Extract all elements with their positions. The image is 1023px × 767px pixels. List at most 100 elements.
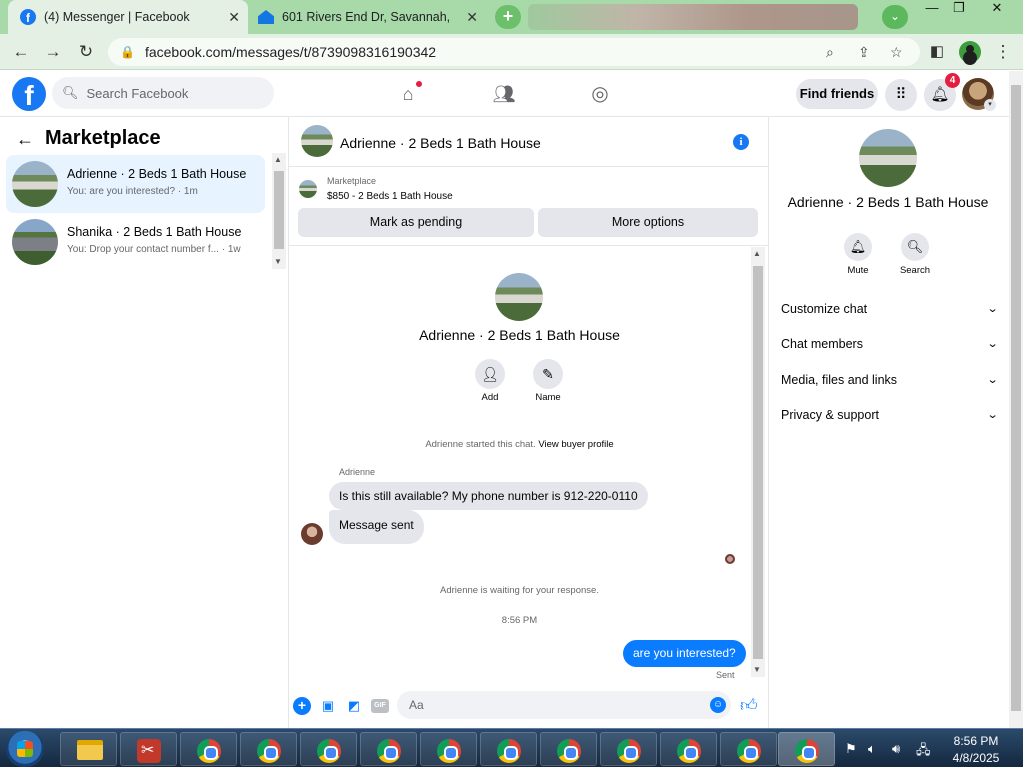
- media-files-links-row[interactable]: Media, files and links ⌄: [781, 370, 998, 390]
- scroll-down-icon[interactable]: ▼: [753, 665, 761, 674]
- sender-avatar[interactable]: [301, 523, 323, 545]
- thread-avatar[interactable]: [301, 125, 333, 157]
- thumbs-up-icon[interactable]: 👍︎: [740, 695, 758, 716]
- pencil-icon[interactable]: ✎: [533, 359, 563, 389]
- bookmark-star-icon[interactable]: ☆: [890, 44, 903, 61]
- close-window-icon[interactable]: ✕: [983, 0, 1011, 18]
- taskbar-snipping-tool[interactable]: [120, 732, 177, 766]
- listing-thumbnail[interactable]: [299, 180, 317, 198]
- chevron-down-icon: ⌄: [986, 303, 999, 315]
- scroll-up-icon[interactable]: ▲: [753, 249, 761, 258]
- taskbar-chrome[interactable]: [660, 732, 717, 766]
- tab-search-chevron-icon[interactable]: ⌄: [882, 5, 908, 29]
- find-friends-button[interactable]: Find friends: [796, 79, 878, 109]
- facebook-search[interactable]: 🔍︎ Search Facebook: [52, 77, 274, 109]
- browser-toolbar: ← → ↻ 🔒 facebook.com/messages/t/87390983…: [0, 34, 1023, 70]
- chrome-icon: [737, 739, 761, 763]
- outgoing-message[interactable]: are you interested?: [623, 640, 746, 667]
- scroll-down-icon[interactable]: ▼: [274, 257, 282, 266]
- browser-profile-icon[interactable]: [959, 41, 981, 63]
- taskbar-explorer[interactable]: [60, 732, 117, 766]
- minimize-icon[interactable]: —: [918, 0, 946, 18]
- taskbar-chrome[interactable]: [540, 732, 597, 766]
- chat-started-text: Adrienne started this chat.: [425, 439, 536, 450]
- speaker-muted-icon[interactable]: 🔈︎: [868, 741, 876, 757]
- reload-icon[interactable]: ↻: [75, 41, 97, 63]
- page-scrollbar[interactable]: [1009, 71, 1023, 728]
- facebook-logo-icon[interactable]: f: [12, 77, 46, 111]
- bell-icon[interactable]: 🔔︎: [844, 233, 872, 261]
- conversation-item[interactable]: Shanika · 2 Beds 1 Bath House You: Drop …: [6, 213, 265, 271]
- emoji-icon[interactable]: ☺: [710, 697, 726, 713]
- browser-menu-icon[interactable]: ⋮: [992, 41, 1014, 63]
- taskbar-chrome[interactable]: [720, 732, 777, 766]
- action-center-flag-icon[interactable]: ⚑: [845, 741, 857, 757]
- start-button[interactable]: [6, 731, 44, 767]
- message-timestamp: 8:56 PM: [501, 615, 538, 626]
- menu-grid-icon[interactable]: ⠿: [885, 79, 917, 111]
- new-tab-button[interactable]: +: [495, 5, 521, 29]
- taskbar-chrome[interactable]: [240, 732, 297, 766]
- friends-icon[interactable]: 👥︎: [491, 81, 517, 107]
- chat-list-scrollbar[interactable]: ▲ ▼: [272, 153, 286, 269]
- back-arrow-icon[interactable]: ←: [10, 41, 32, 63]
- zillow-favicon-icon: [258, 10, 274, 24]
- tab-listing[interactable]: 601 Rivers End Dr, Savannah, GA ✕: [252, 0, 486, 34]
- info-icon[interactable]: i: [733, 134, 749, 150]
- sticker-icon[interactable]: ◩: [345, 697, 363, 715]
- clock-date[interactable]: 4/8/2025: [942, 751, 1010, 765]
- more-options-button[interactable]: More options: [538, 208, 758, 237]
- sender-name: Adrienne: [339, 467, 376, 477]
- forward-arrow-icon[interactable]: →: [42, 41, 64, 63]
- share-icon[interactable]: ⇪: [858, 44, 870, 61]
- close-tab-icon[interactable]: ✕: [228, 9, 240, 26]
- gif-icon[interactable]: GIF: [371, 699, 389, 713]
- clock-time[interactable]: 8:56 PM: [946, 734, 1006, 748]
- taskbar-chrome[interactable]: [480, 732, 537, 766]
- network-icon[interactable]: 🖧: [916, 741, 931, 763]
- tab-title: 601 Rivers End Dr, Savannah, GA: [282, 10, 452, 24]
- conversation-item[interactable]: Adrienne · 2 Beds 1 Bath House You: are …: [6, 155, 265, 213]
- scroll-up-icon[interactable]: ▲: [274, 155, 282, 164]
- chrome-icon: [377, 739, 401, 763]
- account-chevron-icon[interactable]: ▾: [984, 99, 996, 111]
- search-icon[interactable]: 🔍︎: [901, 233, 929, 261]
- taskbar-chrome[interactable]: [420, 732, 477, 766]
- listing-price[interactable]: $850 - 2 Beds 1 Bath House: [327, 191, 453, 202]
- back-arrow-icon[interactable]: ←: [16, 129, 34, 150]
- incoming-message[interactable]: Is this still available? My phone number…: [329, 482, 648, 510]
- scrollbar-thumb[interactable]: [274, 171, 284, 249]
- mark-as-pending-button[interactable]: Mark as pending: [298, 208, 534, 237]
- chat-members-row[interactable]: Chat members ⌄: [781, 334, 998, 354]
- details-title: Adrienne · 2 Beds 1 Bath House: [787, 194, 989, 210]
- taskbar-chrome[interactable]: [360, 732, 417, 766]
- address-bar[interactable]: 🔒 facebook.com/messages/t/87390983161903…: [108, 38, 920, 66]
- side-panel-icon[interactable]: ◧: [926, 41, 948, 63]
- customize-chat-row[interactable]: Customize chat ⌄: [781, 299, 999, 319]
- tab-messenger[interactable]: f (4) Messenger | Facebook ✕: [8, 0, 248, 34]
- message-input[interactable]: [397, 691, 731, 719]
- scrollbar-thumb[interactable]: [1011, 85, 1021, 711]
- close-tab-icon[interactable]: ✕: [466, 9, 478, 26]
- volume-icon[interactable]: 🔊︎: [892, 741, 900, 757]
- sent-status: Sent: [716, 670, 735, 680]
- add-label: Add: [481, 392, 499, 403]
- view-buyer-profile-link[interactable]: View buyer profile: [538, 439, 613, 450]
- restore-icon[interactable]: ❐: [945, 0, 973, 18]
- taskbar-chrome[interactable]: [300, 732, 357, 766]
- groups-icon[interactable]: ◎: [587, 81, 613, 107]
- blurred-tabs: [528, 4, 858, 30]
- taskbar-chrome-active[interactable]: [778, 732, 835, 766]
- add-person-icon[interactable]: 👤︎: [475, 359, 505, 389]
- privacy-support-row[interactable]: Privacy & support ⌄: [781, 405, 998, 425]
- taskbar-chrome[interactable]: [180, 732, 237, 766]
- zoom-icon[interactable]: ⌕: [826, 44, 834, 61]
- scrollbar-thumb[interactable]: [753, 266, 763, 659]
- thread-title[interactable]: Adrienne · 2 Beds 1 Bath House: [340, 135, 541, 151]
- plus-icon[interactable]: +: [293, 697, 311, 715]
- taskbar-chrome[interactable]: [600, 732, 657, 766]
- message-scrollbar[interactable]: ▲ ▼: [751, 247, 765, 677]
- row-label: Privacy & support: [781, 408, 879, 422]
- incoming-message[interactable]: Message sent: [329, 510, 424, 544]
- image-icon[interactable]: ▣: [319, 697, 337, 715]
